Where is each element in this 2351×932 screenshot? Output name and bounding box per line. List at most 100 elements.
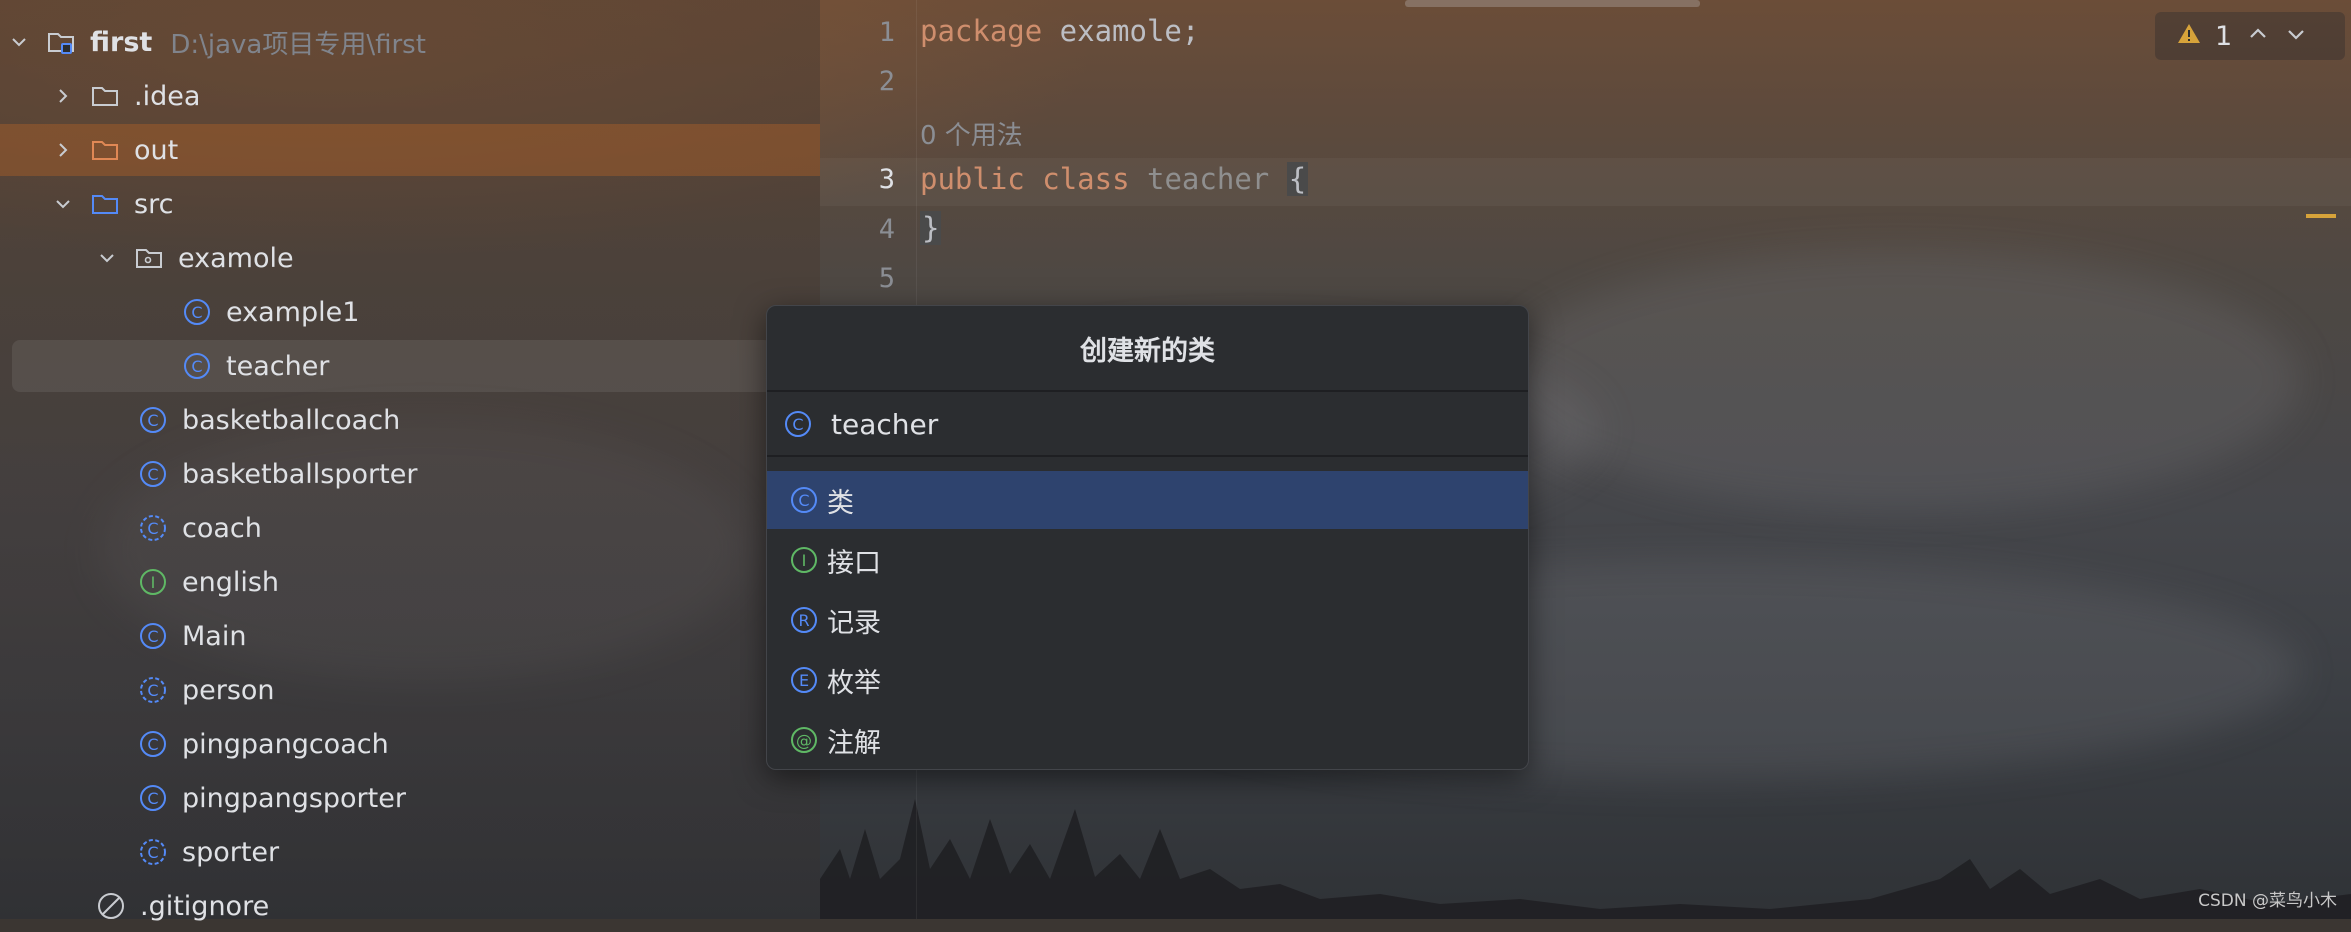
interface-icon: I [138, 567, 168, 597]
class-icon: C [138, 405, 168, 435]
svg-text:I: I [802, 551, 807, 570]
line-number: 1 [878, 17, 895, 48]
abstract-class-icon: C [138, 513, 168, 543]
line-number: 2 [878, 66, 895, 97]
svg-text:C: C [147, 681, 158, 700]
svg-text:R: R [798, 611, 809, 630]
annotation-icon: @ [789, 725, 819, 755]
tree-item-label: coach [182, 512, 262, 544]
tree-item-pingpangcoach[interactable]: C pingpangcoach [0, 718, 820, 770]
chevron-down-icon[interactable] [96, 247, 118, 269]
warning-icon [2177, 22, 2201, 50]
tree-item-teacher[interactable]: C teacher [12, 340, 772, 392]
tree-item-coach[interactable]: C coach [0, 502, 820, 554]
module-folder-icon [46, 27, 76, 57]
new-class-dialog: 创建新的类 C C 类 I 接口 R 记录 E 枚举 @ 注解 [766, 305, 1529, 770]
option-label: 接口 [827, 547, 881, 579]
warning-count: 1 [2215, 20, 2233, 52]
svg-text:C: C [147, 411, 158, 430]
source-folder-icon [90, 189, 120, 219]
option-interface[interactable]: I 接口 [767, 531, 1528, 589]
project-tree: first D:\java项目专用\first .idea out src ex… [0, 0, 820, 922]
tree-item-pingpangsporter[interactable]: C pingpangsporter [0, 772, 820, 824]
tree-item-label: examole [178, 242, 294, 274]
svg-text:C: C [191, 357, 202, 376]
record-icon: R [789, 605, 819, 635]
option-record[interactable]: R 记录 [767, 591, 1528, 649]
class-icon: C [138, 729, 168, 759]
class-icon: C [138, 621, 168, 651]
svg-text:@: @ [796, 731, 812, 750]
svg-text:C: C [147, 627, 158, 646]
code-line-4: } [920, 211, 942, 245]
class-icon: C [138, 459, 168, 489]
tree-item-label: english [182, 566, 280, 598]
close-brace: } [920, 211, 942, 245]
interface-icon: I [789, 545, 819, 575]
usage-hint[interactable]: 0 个用法 [920, 115, 1023, 152]
tree-item-gitignore[interactable]: .gitignore [0, 880, 820, 932]
svg-text:C: C [147, 789, 158, 808]
tree-item-label: basketballsporter [182, 458, 418, 490]
svg-text:C: C [147, 843, 158, 862]
folder-orange-icon [90, 135, 120, 165]
class-icon: C [182, 351, 212, 381]
option-label: 枚举 [827, 667, 881, 699]
line-number: 5 [878, 263, 895, 294]
svg-text:C: C [798, 491, 809, 510]
dialog-title: 创建新的类 [1080, 335, 1215, 367]
tree-item-person[interactable]: C person [0, 664, 820, 716]
tree-item-label: sporter [182, 836, 280, 868]
svg-text:C: C [147, 465, 158, 484]
tree-item-basketballcoach[interactable]: C basketballcoach [0, 394, 820, 446]
chevron-down-icon[interactable] [8, 31, 30, 53]
tree-item-basketballsporter[interactable]: C basketballsporter [0, 448, 820, 500]
class-icon: C [789, 485, 819, 515]
class-name-input[interactable] [831, 407, 1471, 441]
svg-text:C: C [191, 303, 202, 322]
class-icon: C [138, 783, 168, 813]
chevron-down-icon[interactable] [2284, 22, 2308, 50]
dialog-divider [767, 390, 1528, 392]
warning-stripe-marker[interactable] [2306, 214, 2336, 218]
tree-item-label: .gitignore [140, 890, 270, 922]
line-number: 4 [878, 214, 895, 245]
tree-item-example1[interactable]: C example1 [0, 286, 820, 338]
dialog-divider [767, 455, 1528, 457]
tree-item-label: .idea [134, 80, 201, 112]
tree-item-label: basketballcoach [182, 404, 401, 436]
chevron-right-icon[interactable] [52, 139, 74, 161]
tree-root-first[interactable]: first D:\java项目专用\first [0, 16, 820, 68]
tree-item-label: example1 [226, 296, 360, 328]
tree-item-sporter[interactable]: C sporter [0, 826, 820, 878]
class-name-field[interactable]: C [767, 393, 1528, 455]
tree-item-label: pingpangcoach [182, 728, 389, 760]
keyword-public: public [920, 162, 1025, 196]
inspections-widget[interactable]: 1 [2155, 12, 2345, 60]
tree-item-out[interactable]: out [0, 124, 820, 176]
option-label: 类 [827, 487, 854, 519]
svg-text:C: C [147, 519, 158, 538]
folder-icon [90, 81, 120, 111]
chevron-right-icon[interactable] [52, 85, 74, 107]
tree-item-src[interactable]: src [0, 178, 820, 230]
option-annotation[interactable]: @ 注解 [767, 711, 1528, 769]
chevron-up-icon[interactable] [2246, 22, 2270, 50]
option-label: 记录 [827, 607, 881, 639]
tree-item-idea[interactable]: .idea [0, 70, 820, 122]
enum-icon: E [789, 665, 819, 695]
line-number: 3 [878, 164, 895, 195]
abstract-class-icon: C [138, 675, 168, 705]
class-icon: C [783, 409, 813, 439]
tree-item-english[interactable]: I english [0, 556, 820, 608]
chevron-down-icon[interactable] [52, 193, 74, 215]
option-enum[interactable]: E 枚举 [767, 651, 1528, 709]
tree-item-label: src [134, 188, 174, 220]
editor-tab-scrollbar[interactable] [1405, 0, 1700, 7]
tree-item-label: pingpangsporter [182, 782, 406, 814]
tree-item-examole[interactable]: examole [0, 232, 820, 284]
svg-text:I: I [151, 573, 156, 592]
tree-item-main[interactable]: C Main [0, 610, 820, 662]
option-class[interactable]: C 类 [767, 471, 1528, 529]
tree-root-path: D:\java项目专用\first [170, 29, 426, 60]
